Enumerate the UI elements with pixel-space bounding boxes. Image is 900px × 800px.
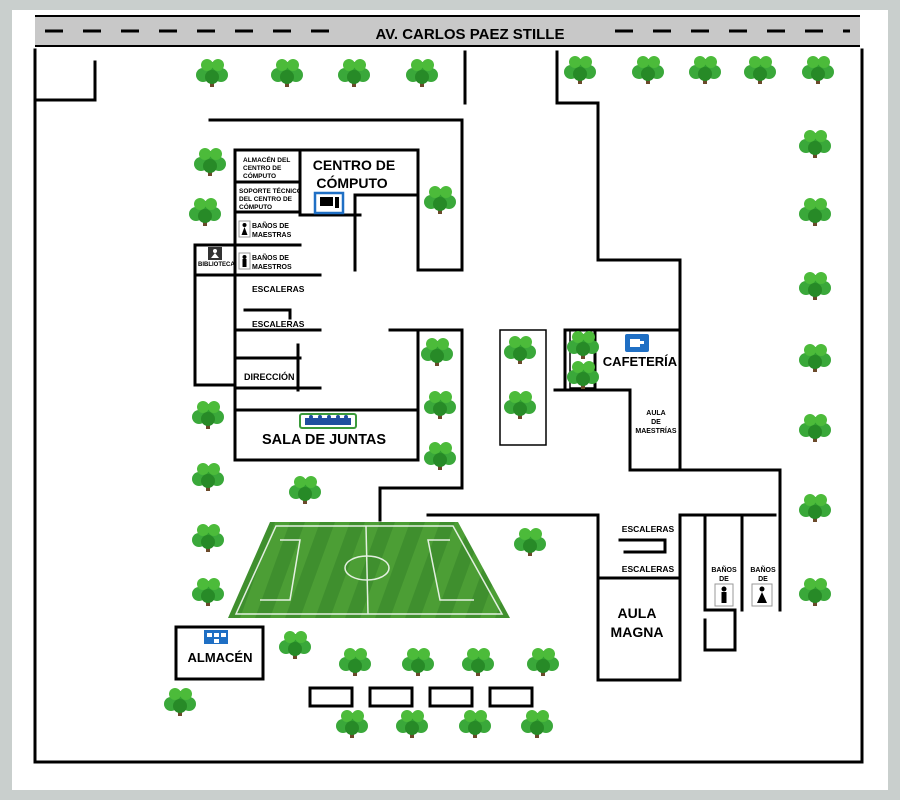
male-restroom-icon [714,583,734,607]
room-escaleras-4: ESCALERAS [622,564,675,574]
street: AV. CARLOS PAEZ STILLE [35,15,860,47]
female-restroom-icon [751,583,773,607]
room-direccion: DIRECCIÓN [244,371,295,382]
computer-icon [313,191,345,215]
room-escaleras-1: ESCALERAS [252,284,305,294]
room-almacen: ALMACÉN [188,650,253,665]
female-restroom-icon [238,220,251,238]
room-cafeteria: CAFETERÍA [603,354,678,369]
almacen-building: ALMACÉN [174,625,265,681]
library-icon [208,247,222,260]
campus-map: AV. CARLOS PAEZ STILLE CENTRO DE CÓMPUTO… [0,0,900,800]
meeting-room-icon [299,413,357,429]
warehouse-icon [204,630,228,644]
room-biblioteca: BIBLIOTECA [198,262,235,268]
room-escaleras-3: ESCALERAS [622,524,675,534]
coffee-cup-icon [625,334,649,352]
street-name: AV. CARLOS PAEZ STILLE [376,26,565,43]
room-escaleras-2: ESCALERAS [252,319,305,329]
room-sala-juntas: SALA DE JUNTAS [262,432,386,448]
male-restroom-icon [238,252,251,270]
